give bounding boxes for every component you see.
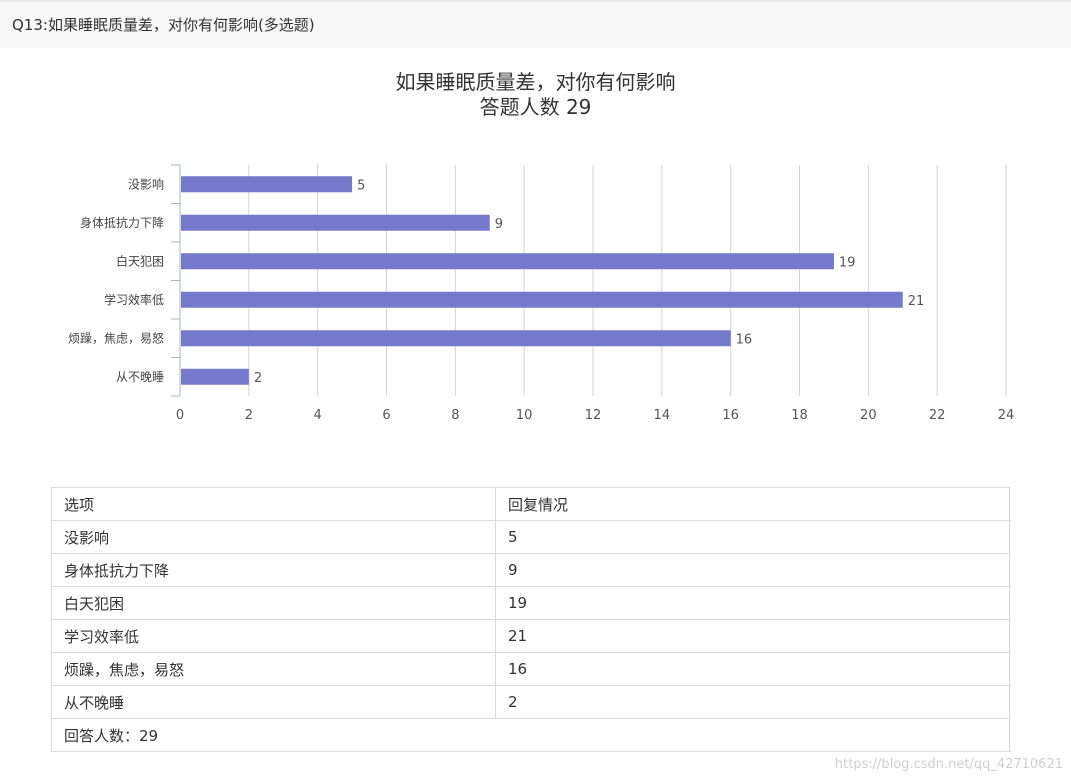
table-cell-option: 身体抵抗力下降: [51, 553, 496, 587]
category-label: 烦躁，焦虑，易怒: [68, 330, 164, 345]
data-label: 9: [495, 217, 503, 232]
data-label: 16: [736, 332, 753, 347]
x-tick-label: 18: [791, 408, 808, 423]
category-label: 没影响: [128, 176, 164, 191]
x-tick-label: 14: [654, 408, 671, 423]
table-cell-option: 从不晚睡: [51, 685, 496, 719]
table-cell-option: 烦躁，焦虑，易怒: [51, 652, 496, 686]
summary-table: 选项 回复情况 没影响 5 身体抵抗力下降 9 白天犯困 19 学习效率低 21…: [51, 487, 1010, 752]
x-tick-label: 2: [245, 408, 253, 423]
table-row: 烦躁，焦虑，易怒 16: [51, 652, 1010, 686]
table-header-option: 选项: [51, 487, 496, 521]
x-tick-label: 10: [516, 408, 533, 423]
bar: [181, 330, 731, 347]
table-cell-option: 白天犯困: [51, 586, 496, 620]
bar-chart: 0 2 4 6 8 10 12 14 16 18 20 22 24没影响 5身体抵抗力下降 9白天犯困 19学…: [68, 164, 1015, 423]
table-row: 从不晚睡 2: [51, 685, 1010, 719]
bar: [181, 368, 249, 385]
bar: [181, 214, 490, 231]
category-label: 白天犯困: [116, 253, 164, 268]
table-cell-option: 学习效率低: [51, 619, 496, 653]
table-footer-row: 回答人数：29: [51, 718, 1010, 752]
category-label: 学习效率低: [104, 292, 164, 307]
table-cell-option: 没影响: [51, 520, 496, 554]
table-header-row: 选项 回复情况: [51, 487, 1010, 521]
x-tick-label: 22: [929, 408, 946, 423]
table-row: 白天犯困 19: [51, 586, 1010, 620]
watermark: https://blog.csdn.net/qq_42710621: [834, 757, 1063, 772]
table-cell-count: 9: [495, 553, 1010, 587]
x-tick-label: 6: [382, 408, 390, 423]
bar: [181, 176, 353, 193]
table-row: 没影响 5: [51, 520, 1010, 554]
x-tick-label: 12: [585, 408, 602, 423]
x-tick-label: 8: [451, 408, 459, 423]
x-tick-label: 24: [998, 408, 1015, 423]
data-label: 2: [254, 371, 262, 386]
table-header-response: 回复情况: [495, 487, 1010, 521]
bar: [181, 253, 834, 270]
table-footer-respondents: 回答人数：29: [51, 718, 1010, 752]
data-label: 19: [839, 255, 856, 270]
table-cell-count: 21: [495, 619, 1010, 653]
table-cell-count: 19: [495, 586, 1010, 620]
table-row: 学习效率低 21: [51, 619, 1010, 653]
x-tick-label: 0: [176, 408, 184, 423]
data-label: 21: [908, 294, 925, 309]
x-tick-label: 16: [722, 408, 739, 423]
table-row: 身体抵抗力下降 9: [51, 553, 1010, 587]
table-cell-count: 16: [495, 652, 1010, 686]
table-cell-count: 5: [495, 520, 1010, 554]
x-tick-label: 4: [314, 408, 322, 423]
bar: [181, 291, 903, 308]
data-label: 5: [357, 178, 365, 193]
table-cell-count: 2: [495, 685, 1010, 719]
x-tick-label: 20: [860, 408, 877, 423]
category-label: 身体抵抗力下降: [80, 215, 164, 230]
category-label: 从不晚睡: [116, 370, 164, 384]
